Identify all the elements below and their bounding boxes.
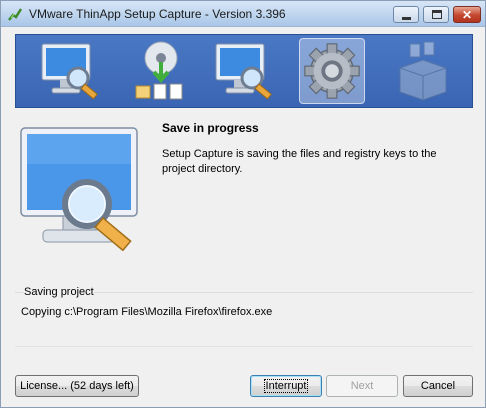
minimize-icon (402, 17, 411, 20)
step-description: Setup Capture is saving the files and re… (162, 148, 437, 175)
license-button[interactable]: License... (52 days left) (15, 375, 139, 397)
title-bar[interactable]: VMware ThinApp Setup Capture - Version 3… (1, 1, 485, 27)
cancel-button[interactable]: Cancel (403, 375, 473, 397)
step-heading: Save in progress (162, 121, 259, 135)
close-icon: ✕ (462, 8, 473, 22)
progress-group-label: Saving project (24, 286, 94, 298)
progress-status-text: Copying c:\Program Files\Mozilla Firefox… (21, 306, 273, 318)
interrupt-button-label: Interrupt (263, 379, 309, 393)
thinapp-icon (8, 8, 23, 21)
step-scan-monitor-icon (41, 43, 98, 100)
monitor-magnifier-illustration (20, 127, 138, 251)
maximize-icon (432, 10, 442, 19)
setup-capture-window: VMware ThinApp Setup Capture - Version 3… (0, 0, 486, 408)
close-button[interactable]: ✕ (453, 6, 481, 23)
interrupt-button[interactable]: Interrupt (250, 375, 322, 397)
footer-divider (15, 346, 473, 347)
step-package-box-icon (399, 41, 447, 101)
step-rescan-monitor-icon (215, 43, 272, 100)
step-install-disc-icon (135, 41, 183, 100)
next-button[interactable]: Next (326, 375, 398, 397)
step-gear-icon (299, 38, 365, 104)
maximize-button[interactable] (423, 6, 449, 23)
wizard-step-banner (15, 34, 473, 108)
minimize-button[interactable] (393, 6, 419, 23)
window-title: VMware ThinApp Setup Capture - Version 3… (29, 7, 286, 21)
